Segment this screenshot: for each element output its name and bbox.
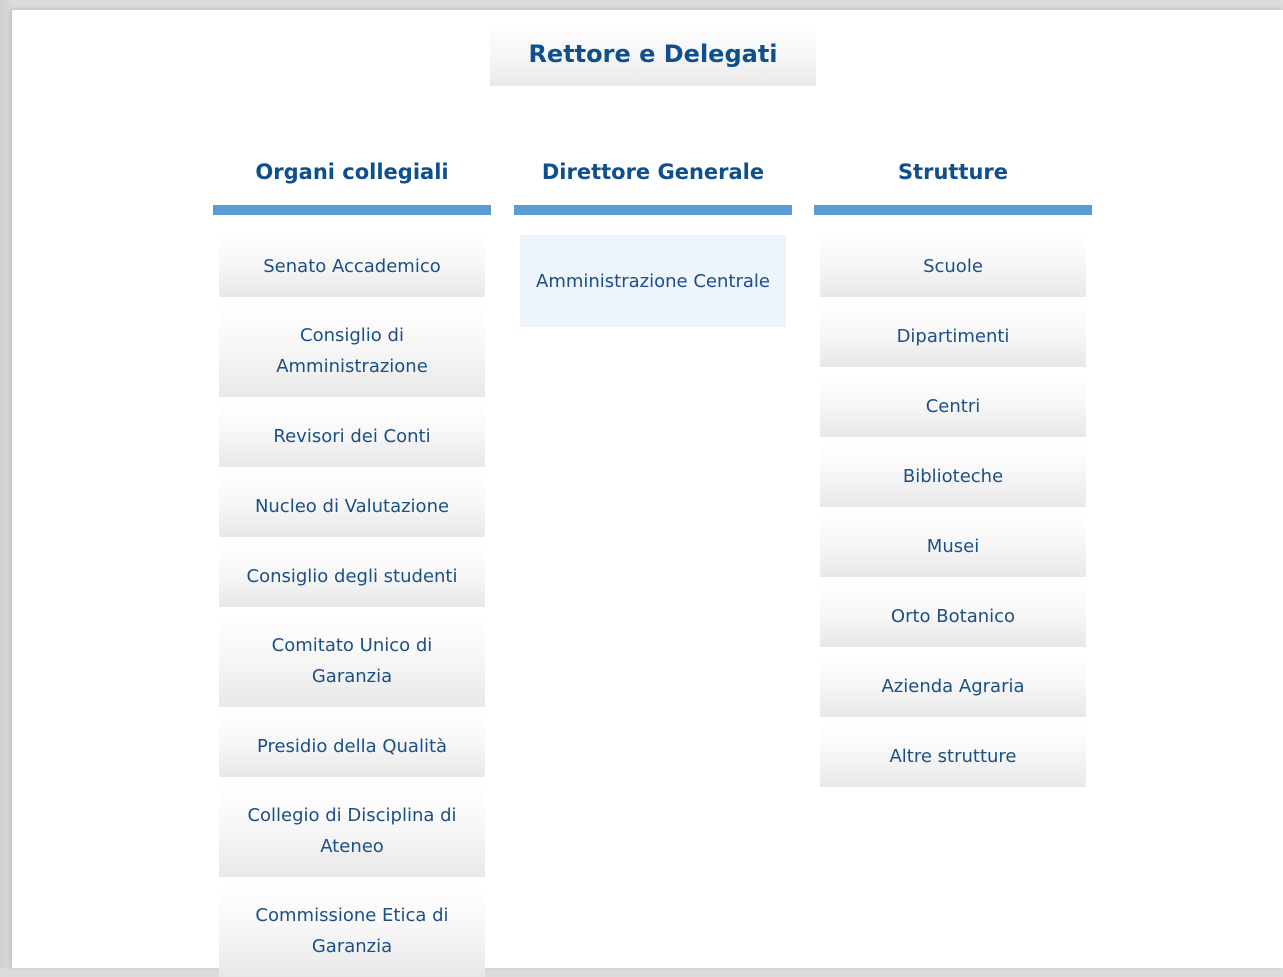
org-item-biblioteche[interactable]: Biblioteche bbox=[820, 445, 1086, 507]
column-items: Amministrazione Centrale bbox=[514, 215, 792, 327]
org-item-scuole[interactable]: Scuole bbox=[820, 235, 1086, 297]
column-organi-collegiali: Organi collegiali Senato Accademico Cons… bbox=[213, 150, 491, 977]
rettore-title: Rettore e Delegati bbox=[528, 40, 778, 68]
org-chart-page: Rettore e Delegati Organi collegiali Sen… bbox=[12, 10, 1283, 977]
org-item-azienda-agraria[interactable]: Azienda Agraria bbox=[820, 655, 1086, 717]
org-item-centri[interactable]: Centri bbox=[820, 375, 1086, 437]
column-direttore-generale: Direttore Generale Amministrazione Centr… bbox=[514, 150, 792, 327]
org-item-musei[interactable]: Musei bbox=[820, 515, 1086, 577]
window-frame-edge bbox=[0, 0, 12, 968]
column-header: Organi collegiali bbox=[255, 160, 449, 184]
org-item-presidio-qualita[interactable]: Presidio della Qualità bbox=[219, 715, 485, 777]
org-item-consiglio-amministrazione[interactable]: Consiglio di Amministrazione bbox=[219, 305, 485, 397]
column-items: Scuole Dipartimenti Centri Biblioteche M… bbox=[814, 215, 1092, 787]
org-item-commissione-etica[interactable]: Commissione Etica di Garanzia bbox=[219, 885, 485, 977]
rettore-node[interactable]: Rettore e Delegati bbox=[490, 22, 816, 86]
column-header: Strutture bbox=[897, 160, 1009, 184]
org-item-amministrazione-centrale[interactable]: Amministrazione Centrale bbox=[520, 235, 786, 327]
org-item-senato-accademico[interactable]: Senato Accademico bbox=[219, 235, 485, 297]
org-item-dipartimenti[interactable]: Dipartimenti bbox=[820, 305, 1086, 367]
column-strutture: Strutture Scuole Dipartimenti Centri Bib… bbox=[814, 150, 1092, 787]
column-divider bbox=[514, 205, 792, 215]
org-item-collegio-disciplina[interactable]: Collegio di Disciplina di Ateneo bbox=[219, 785, 485, 877]
org-item-revisori-conti[interactable]: Revisori dei Conti bbox=[219, 405, 485, 467]
column-header: Direttore Generale bbox=[541, 160, 765, 184]
column-items: Senato Accademico Consiglio di Amministr… bbox=[213, 215, 491, 977]
org-item-comitato-unico-garanzia[interactable]: Comitato Unico di Garanzia bbox=[219, 615, 485, 707]
org-item-altre-strutture[interactable]: Altre strutture bbox=[820, 725, 1086, 787]
column-divider bbox=[814, 205, 1092, 215]
org-item-orto-botanico[interactable]: Orto Botanico bbox=[820, 585, 1086, 647]
org-item-nucleo-valutazione[interactable]: Nucleo di Valutazione bbox=[219, 475, 485, 537]
org-item-consiglio-studenti[interactable]: Consiglio degli studenti bbox=[219, 545, 485, 607]
column-divider bbox=[213, 205, 491, 215]
